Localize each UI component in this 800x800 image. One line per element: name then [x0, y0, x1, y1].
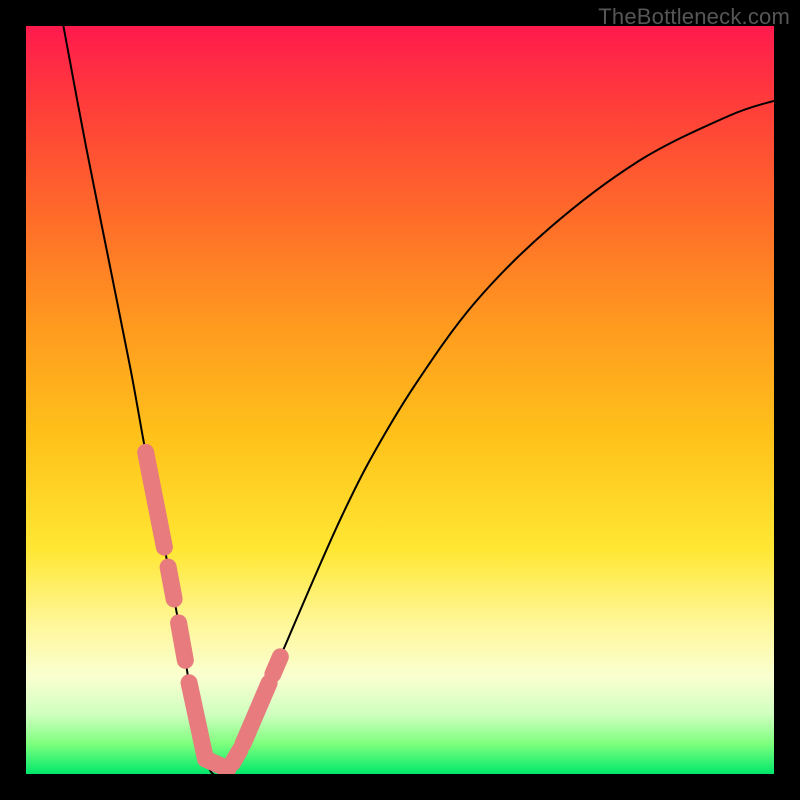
marker-segment — [146, 452, 165, 547]
marker-segment — [232, 750, 239, 763]
plot-area — [26, 26, 774, 774]
marker-segment — [168, 567, 174, 599]
watermark-text: TheBottleneck.com — [598, 4, 790, 30]
bottleneck-curve — [63, 26, 774, 774]
marker-segment — [179, 623, 186, 660]
marker-segment — [189, 683, 205, 759]
marker-segment — [273, 657, 280, 674]
curve-svg — [26, 26, 774, 774]
marker-segment — [243, 683, 269, 744]
